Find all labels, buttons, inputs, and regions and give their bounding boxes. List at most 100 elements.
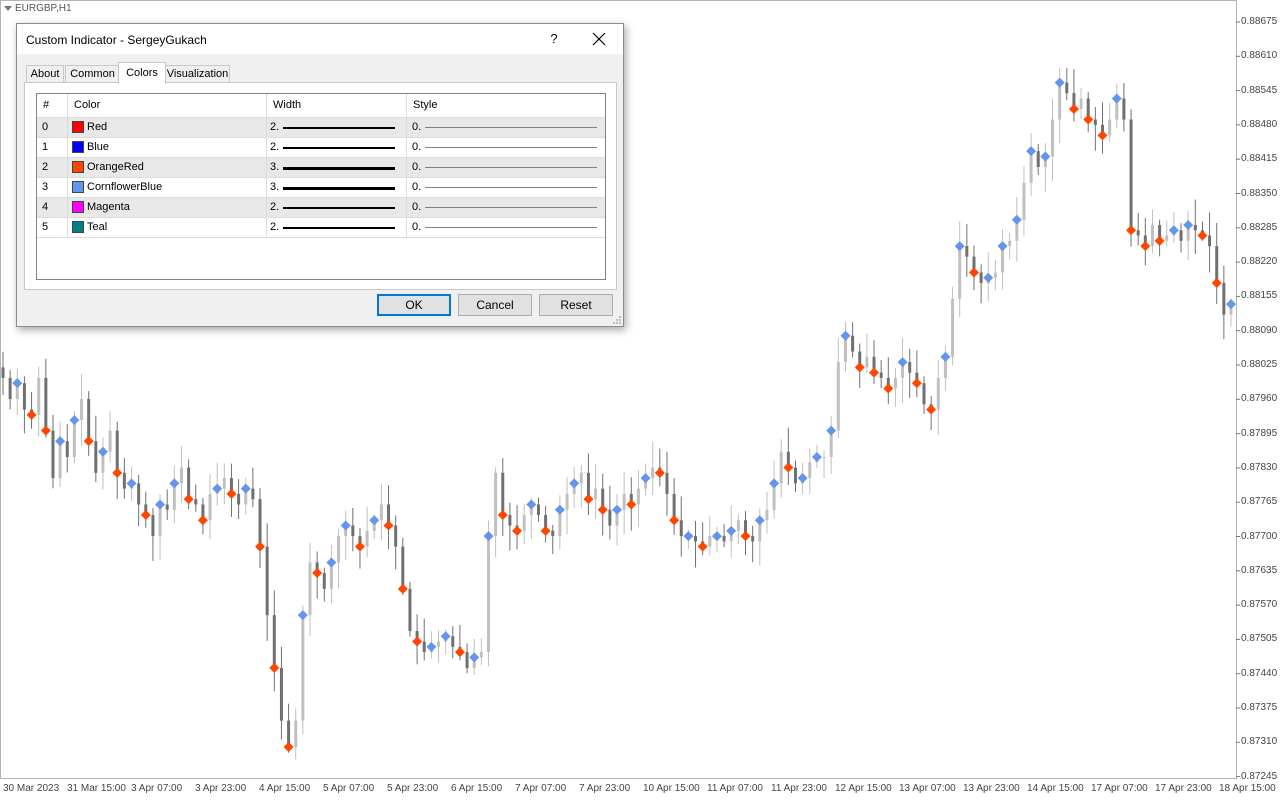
time-tick-label: 6 Apr 15:00 xyxy=(451,783,503,794)
price-tick-label: 0.87570 xyxy=(1241,599,1278,611)
color-picker-cell[interactable]: OrangeRed xyxy=(68,158,267,177)
candle-body xyxy=(379,504,383,521)
signal-marker-up xyxy=(1226,299,1236,310)
time-tick-label: 11 Apr 07:00 xyxy=(707,783,763,794)
line-width-cell[interactable]: 2. xyxy=(267,218,407,237)
ok-button[interactable]: OK xyxy=(377,294,451,316)
candle-body xyxy=(908,362,912,373)
candle-body xyxy=(522,515,526,531)
line-style-cell[interactable]: 0. xyxy=(407,138,605,157)
line-style-cell[interactable]: 0. xyxy=(407,218,605,237)
line-style-cell[interactable]: 0. xyxy=(407,198,605,217)
candle-body xyxy=(779,451,783,484)
candle-body xyxy=(1208,235,1212,247)
price-tick-label: 0.87245 xyxy=(1241,770,1278,782)
column-header-index[interactable]: # xyxy=(37,94,68,117)
color-row[interactable]: 0 Red 2. 0. xyxy=(37,118,605,138)
signal-marker-up xyxy=(155,499,166,510)
signal-marker-down xyxy=(1140,241,1151,252)
candle-body xyxy=(494,472,498,537)
tab-about[interactable]: About xyxy=(26,65,64,83)
column-header-style[interactable]: Style xyxy=(407,94,605,117)
candle-body xyxy=(451,636,455,647)
dialog-title: Custom Indicator - SergeyGukach xyxy=(26,33,207,47)
candle-body xyxy=(722,536,726,542)
line-width-value: 2. xyxy=(270,201,280,213)
candle-body xyxy=(1036,151,1040,167)
color-swatch xyxy=(72,121,84,133)
close-button[interactable] xyxy=(582,27,616,51)
line-width-cell[interactable]: 2. xyxy=(267,138,407,157)
time-tick-label: 10 Apr 15:00 xyxy=(643,783,700,794)
symbol-text: EURGBP,H1 xyxy=(15,3,72,14)
line-style-cell[interactable]: 0. xyxy=(407,118,605,137)
row-index: 3 xyxy=(37,178,68,197)
candle-body xyxy=(58,441,62,479)
signal-marker-up xyxy=(212,483,223,494)
candle-body xyxy=(1,367,5,378)
signal-marker-up xyxy=(797,473,808,484)
cancel-button[interactable]: Cancel xyxy=(458,294,532,316)
color-picker-cell[interactable]: CornflowerBlue xyxy=(68,178,267,197)
color-row[interactable]: 5 Teal 2. 0. xyxy=(37,218,605,238)
color-row[interactable]: 2 OrangeRed 3. 0. xyxy=(37,158,605,178)
row-index: 4 xyxy=(37,198,68,217)
help-button[interactable]: ? xyxy=(537,27,571,51)
line-width-cell[interactable]: 3. xyxy=(267,158,407,177)
candle-body xyxy=(865,356,869,368)
reset-button[interactable]: Reset xyxy=(539,294,613,316)
signal-marker-down xyxy=(283,742,294,752)
row-index: 5 xyxy=(37,218,68,237)
color-picker-cell[interactable]: Magenta xyxy=(68,198,267,217)
signal-marker-up xyxy=(1183,220,1194,230)
time-tick-label: 18 Apr 15:00 xyxy=(1219,783,1276,794)
candle-body xyxy=(765,509,769,521)
candle-body xyxy=(301,615,305,721)
candle-body xyxy=(258,499,262,547)
signal-marker-down xyxy=(968,267,979,278)
signal-marker-up xyxy=(1026,146,1037,157)
candle-body xyxy=(322,573,326,589)
candle-body xyxy=(408,588,412,631)
signal-marker-down xyxy=(1126,225,1137,236)
signal-marker-up xyxy=(126,478,137,489)
candle-body xyxy=(486,536,490,653)
price-tick-label: 0.88545 xyxy=(1241,84,1278,96)
column-header-width[interactable]: Width xyxy=(267,94,407,117)
candle-body xyxy=(1215,246,1219,283)
signal-marker-up xyxy=(940,351,951,362)
candle-body xyxy=(1008,240,1012,247)
color-picker-cell[interactable]: Blue xyxy=(68,138,267,157)
color-row[interactable]: 1 Blue 2. 0. xyxy=(37,138,605,158)
row-index: 1 xyxy=(37,138,68,157)
color-picker-cell[interactable]: Teal xyxy=(68,218,267,237)
color-row[interactable]: 4 Magenta 2. 0. xyxy=(37,198,605,218)
custom-indicator-dialog: Custom Indicator - SergeyGukach ? About … xyxy=(16,23,624,327)
candle-body xyxy=(194,499,198,505)
signal-marker-up xyxy=(683,531,694,542)
signal-marker-down xyxy=(1068,104,1079,114)
color-picker-cell[interactable]: Red xyxy=(68,118,267,137)
column-header-color[interactable]: Color xyxy=(68,94,267,117)
resize-grip-icon[interactable] xyxy=(612,315,622,325)
signal-marker-up xyxy=(840,330,851,341)
color-row[interactable]: 3 CornflowerBlue 3. 0. xyxy=(37,178,605,198)
line-style-preview xyxy=(425,127,597,128)
candle-body xyxy=(1058,82,1062,120)
color-name: OrangeRed xyxy=(87,161,144,173)
line-width-cell[interactable]: 2. xyxy=(267,118,407,137)
line-style-cell[interactable]: 0. xyxy=(407,158,605,177)
candle-body xyxy=(1150,225,1154,247)
line-style-cell[interactable]: 0. xyxy=(407,178,605,197)
line-style-value: 0. xyxy=(412,221,422,233)
color-swatch xyxy=(72,161,84,173)
signal-marker-down xyxy=(412,636,423,647)
price-tick-label: 0.88090 xyxy=(1241,324,1278,336)
dialog-titlebar[interactable]: Custom Indicator - SergeyGukach ? xyxy=(17,24,623,54)
signal-marker-down xyxy=(740,531,751,542)
line-width-cell[interactable]: 2. xyxy=(267,198,407,217)
tab-colors[interactable]: Colors xyxy=(118,62,166,84)
tab-common[interactable]: Common xyxy=(65,65,120,83)
line-width-cell[interactable]: 3. xyxy=(267,178,407,197)
tab-visualization[interactable]: Visualization xyxy=(165,65,230,83)
